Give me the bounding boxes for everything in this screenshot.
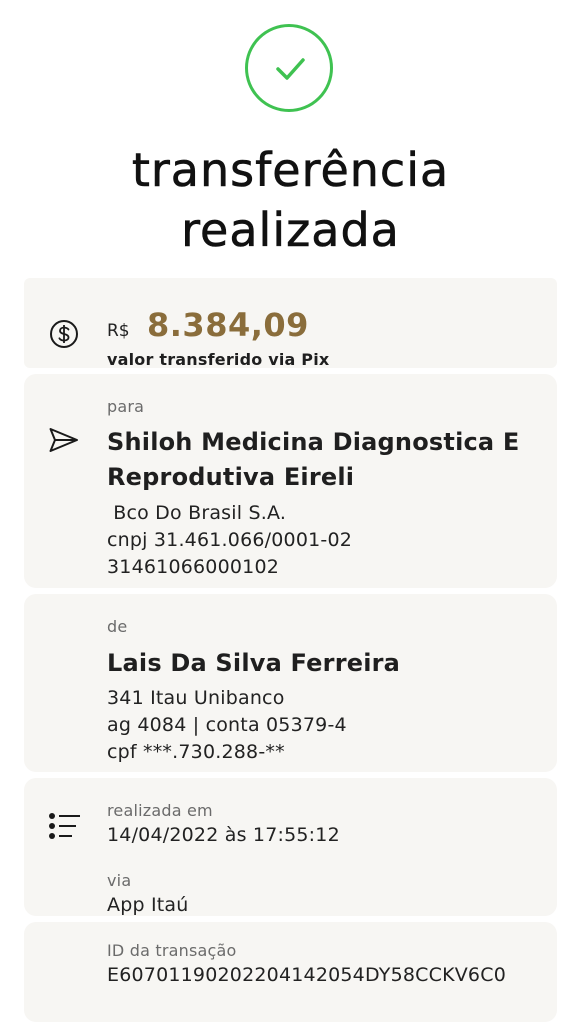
recipient-cnpj: cnpj 31.461.066/0001-02	[107, 529, 353, 551]
recipient-bank: Bco Do Brasil S.A.	[107, 502, 287, 524]
transaction-id-value: E60701190202204142054DY58CCKV6C0	[107, 964, 506, 986]
recipient-label: para	[107, 397, 145, 416]
transfer-amount: 8.384,09	[147, 306, 309, 344]
channel-value: App Itaú	[107, 894, 189, 916]
channel-label: via	[107, 871, 132, 890]
sender-cpf: cpf ***.730.288-**	[107, 741, 285, 763]
title-line-2: realizada	[181, 203, 400, 258]
sender-card	[24, 594, 557, 772]
currency-label: R$	[107, 321, 130, 341]
title-line-1: transferência	[131, 143, 450, 198]
recipient-account: 31461066000102	[107, 556, 280, 578]
date-value: 14/04/2022 às 17:55:12	[107, 824, 340, 846]
sender-bank: 341 Itau Unibanco	[107, 687, 285, 709]
transaction-id-label: ID da transação	[107, 941, 237, 960]
recipient-name-line-1: Shiloh Medicina Diagnostica E	[107, 428, 520, 456]
check-circle-icon	[245, 24, 333, 112]
sender-label: de	[107, 617, 128, 636]
dollar-circle-icon	[48, 318, 80, 350]
list-icon	[48, 812, 82, 842]
page-title: transferência realizada	[0, 140, 581, 260]
sender-name: Lais Da Silva Ferreira	[107, 649, 401, 677]
value-description: valor transferido via Pix	[107, 350, 330, 369]
send-icon	[48, 426, 80, 454]
sender-agency-account: ag 4084 | conta 05379-4	[107, 714, 347, 736]
recipient-name-line-2: Reprodutiva Eireli	[107, 463, 355, 491]
date-label: realizada em	[107, 801, 213, 820]
